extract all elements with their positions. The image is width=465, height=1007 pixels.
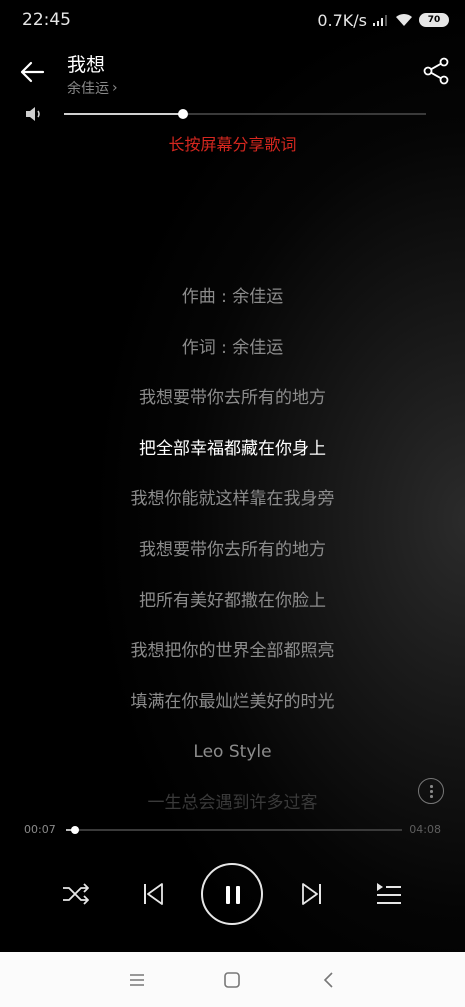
player-header: 我想 余佳运 › — [0, 44, 465, 100]
total-time: 04:08 — [409, 823, 441, 836]
playback-controls — [0, 860, 465, 926]
nav-back-icon[interactable] — [318, 969, 340, 991]
lyric-line-current: 把全部幸福都藏在你身上 — [139, 438, 326, 459]
wifi-icon — [396, 13, 412, 26]
player-screen: 22:45 0.7K/s 70 我想 余佳运 › 长按屏幕分享歌词 作曲: 余… — [0, 0, 465, 952]
battery-icon: 70 — [419, 13, 449, 27]
artist-name: 余佳运 — [67, 81, 109, 97]
lyric-line: 我想你能就这样靠在我身旁 — [130, 489, 335, 510]
progress-slider[interactable] — [66, 826, 402, 834]
progress-row: 00:07 04:08 — [0, 818, 465, 842]
lyric-line: 我想要带你去所有的地方 — [139, 388, 326, 409]
network-speed: 0.7K/s — [317, 10, 367, 30]
lyric-line: 填满在你最灿烂美好的时光 — [130, 691, 335, 712]
next-icon[interactable] — [296, 878, 328, 910]
progress-thumb[interactable] — [71, 826, 80, 834]
lyric-line: Leo Style — [193, 742, 272, 763]
volume-thumb[interactable] — [178, 109, 189, 119]
home-square-icon[interactable] — [221, 969, 243, 991]
system-nav-bar — [0, 952, 465, 1007]
menu-icon[interactable] — [126, 969, 148, 991]
lyric-line: 作词 : 余佳运 — [181, 337, 284, 358]
playlist-icon[interactable] — [373, 878, 405, 910]
speaker-icon[interactable] — [24, 105, 44, 123]
lyrics-panel[interactable]: 作曲 : 余佳运 作词 : 余佳运我想要带你去所有的地方 把全部幸福都藏在你身上 我想… — [0, 272, 465, 812]
lyric-line: 一生总会遇到许多过客 — [147, 793, 318, 812]
share-icon[interactable] — [421, 56, 451, 86]
lyric-line: 作曲 : 余佳运 — [181, 287, 284, 307]
share-lyrics-hint: 长按屏幕分享歌词 — [168, 135, 297, 154]
volume-row — [0, 100, 465, 128]
volume-fill — [64, 113, 184, 115]
lyric-line: 把所有美好都撒在你脸上 — [139, 590, 326, 611]
battery-level: 70 — [427, 15, 441, 25]
artist-link[interactable]: 余佳运 › — [67, 78, 118, 98]
shuffle-icon[interactable] — [60, 878, 92, 910]
signal-icon — [373, 15, 387, 26]
pause-button[interactable] — [201, 863, 263, 925]
lyric-line: 我想要带你去所有的地方 — [139, 540, 326, 560]
song-title: 我想 — [67, 54, 106, 76]
previous-icon[interactable] — [137, 878, 169, 910]
chevron-right-icon: › — [112, 80, 118, 96]
pause-icon — [226, 886, 230, 904]
more-vertical-icon[interactable] — [418, 778, 444, 804]
volume-slider[interactable] — [64, 109, 426, 119]
elapsed-time: 00:07 — [24, 823, 56, 836]
lyric-line: 我想把你的世界全部都照亮 — [130, 641, 335, 662]
status-indicators: 0.7K/s 70 — [317, 10, 449, 30]
status-time: 22:45 — [22, 10, 71, 30]
status-bar: 22:45 0.7K/s 70 — [0, 0, 465, 40]
back-arrow-icon[interactable] — [16, 56, 48, 88]
